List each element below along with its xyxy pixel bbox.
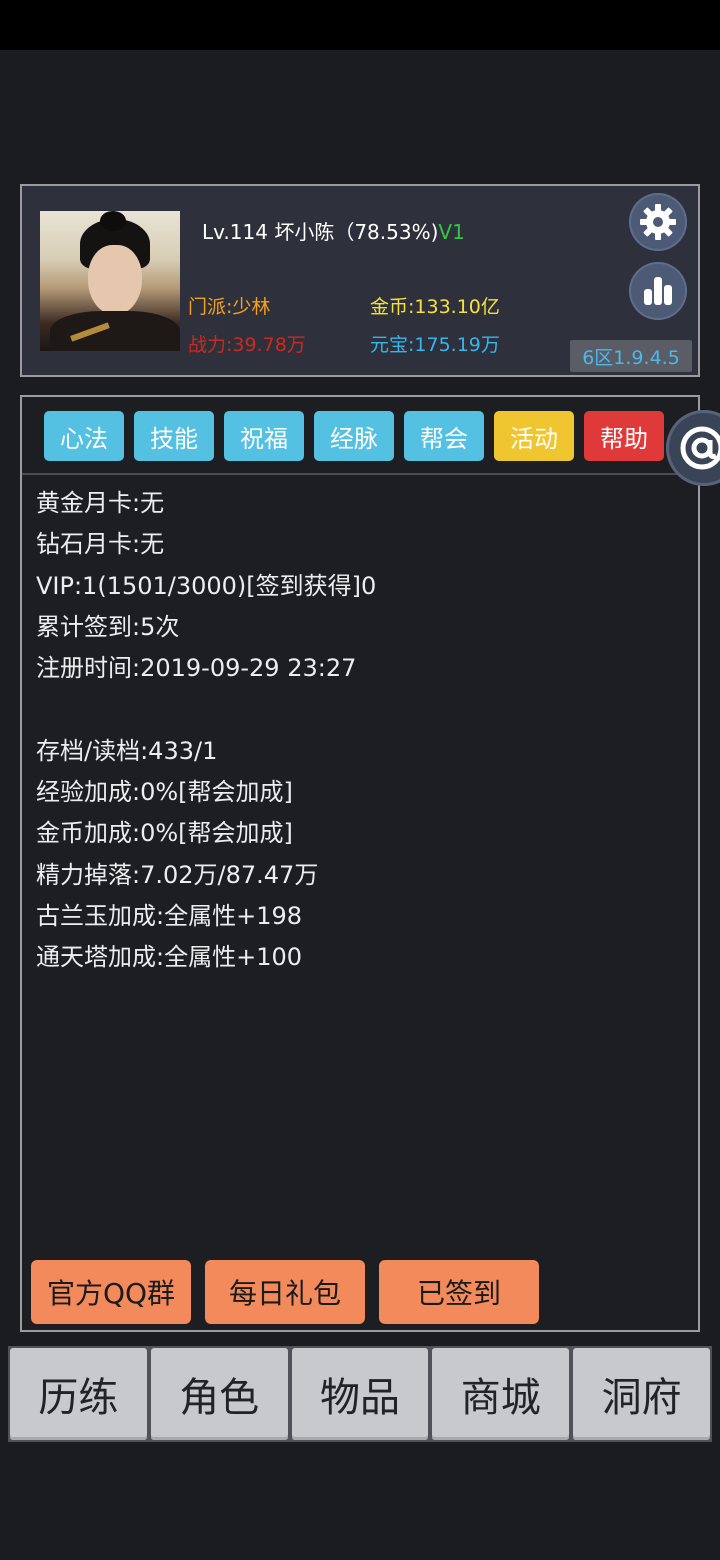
gold-label: 金币:133.10亿 <box>370 296 500 318</box>
tab-blessing[interactable]: 祝福 <box>224 411 304 461</box>
tab-mind-method[interactable]: 心法 <box>44 411 124 461</box>
tab-guild[interactable]: 帮会 <box>404 411 484 461</box>
tab-meridians[interactable]: 经脉 <box>314 411 394 461</box>
bottom-navigation: 历练 角色 物品 商城 洞府 <box>8 1346 712 1442</box>
sect-label: 门派:少林 <box>188 296 271 318</box>
function-tabs: 心法 技能 祝福 经脉 帮会 活动 帮助 <box>44 411 664 461</box>
info-line-save-load: 存档/读档:433/1 <box>36 736 218 765</box>
nav-character[interactable]: 角色 <box>150 1348 288 1440</box>
nav-shop[interactable]: 商城 <box>432 1348 570 1440</box>
profile-panel: Lv.114 坏小陈（78.53%)V1 门派:少林 战力:39.78万 金币:… <box>20 184 700 377</box>
checked-in-button[interactable]: 已签到 <box>379 1260 539 1324</box>
vip-tag: V1 <box>438 220 465 244</box>
official-qq-group-button[interactable]: 官方QQ群 <box>31 1260 191 1324</box>
server-version-badge: 6区1.9.4.5 <box>570 340 692 372</box>
info-line-gulan-bonus: 古兰玉加成:全属性+198 <box>36 901 303 930</box>
info-line-tower-bonus: 通天塔加成:全属性+100 <box>36 943 303 972</box>
ingot-label: 元宝:175.19万 <box>370 334 500 356</box>
info-line-exp-bonus: 经验加成:0%[帮会加成] <box>36 778 293 807</box>
nav-training[interactable]: 历练 <box>10 1348 147 1440</box>
at-sign-icon <box>680 426 720 470</box>
status-bar <box>0 0 720 50</box>
tab-help[interactable]: 帮助 <box>584 411 664 461</box>
bar-chart-icon <box>644 277 672 305</box>
settings-button[interactable] <box>629 193 687 251</box>
ranking-button[interactable] <box>629 262 687 320</box>
player-level-name: Lv.114 坏小陈（78.53%)V1 <box>202 216 465 245</box>
info-line-register-time: 注册时间:2019-09-29 23:27 <box>36 654 357 683</box>
player-title-text: Lv.114 坏小陈（78.53%) <box>202 220 439 244</box>
info-line-diamond-card: 钻石月卡:无 <box>36 530 165 559</box>
info-line-gold-card: 黄金月卡:无 <box>36 489 165 517</box>
daily-gift-button[interactable]: 每日礼包 <box>205 1260 365 1324</box>
nav-cave[interactable]: 洞府 <box>573 1348 710 1440</box>
avatar[interactable] <box>40 211 180 351</box>
info-line-vip: VIP:1(1501/3000)[签到获得]0 <box>36 571 377 600</box>
tab-activity[interactable]: 活动 <box>494 411 574 461</box>
info-line-energy-drop: 精力掉落:7.02万/87.47万 <box>36 860 319 889</box>
divider <box>22 473 698 475</box>
gear-icon <box>640 204 676 240</box>
info-line-checkins: 累计签到:5次 <box>36 612 180 641</box>
nav-items[interactable]: 物品 <box>291 1348 429 1440</box>
info-line-gold-bonus: 金币加成:0%[帮会加成] <box>36 819 293 848</box>
info-line-spacer <box>36 689 376 730</box>
tab-skills[interactable]: 技能 <box>134 411 214 461</box>
main-panel: 心法 技能 祝福 经脉 帮会 活动 帮助 黄金月卡:无 钻石月卡:无 VIP:1… <box>20 395 700 1332</box>
player-info-list: 黄金月卡:无 钻石月卡:无 VIP:1(1501/3000)[签到获得]0 累计… <box>36 483 376 979</box>
action-buttons: 官方QQ群 每日礼包 已签到 <box>31 1260 539 1324</box>
power-label: 战力:39.78万 <box>188 334 306 356</box>
